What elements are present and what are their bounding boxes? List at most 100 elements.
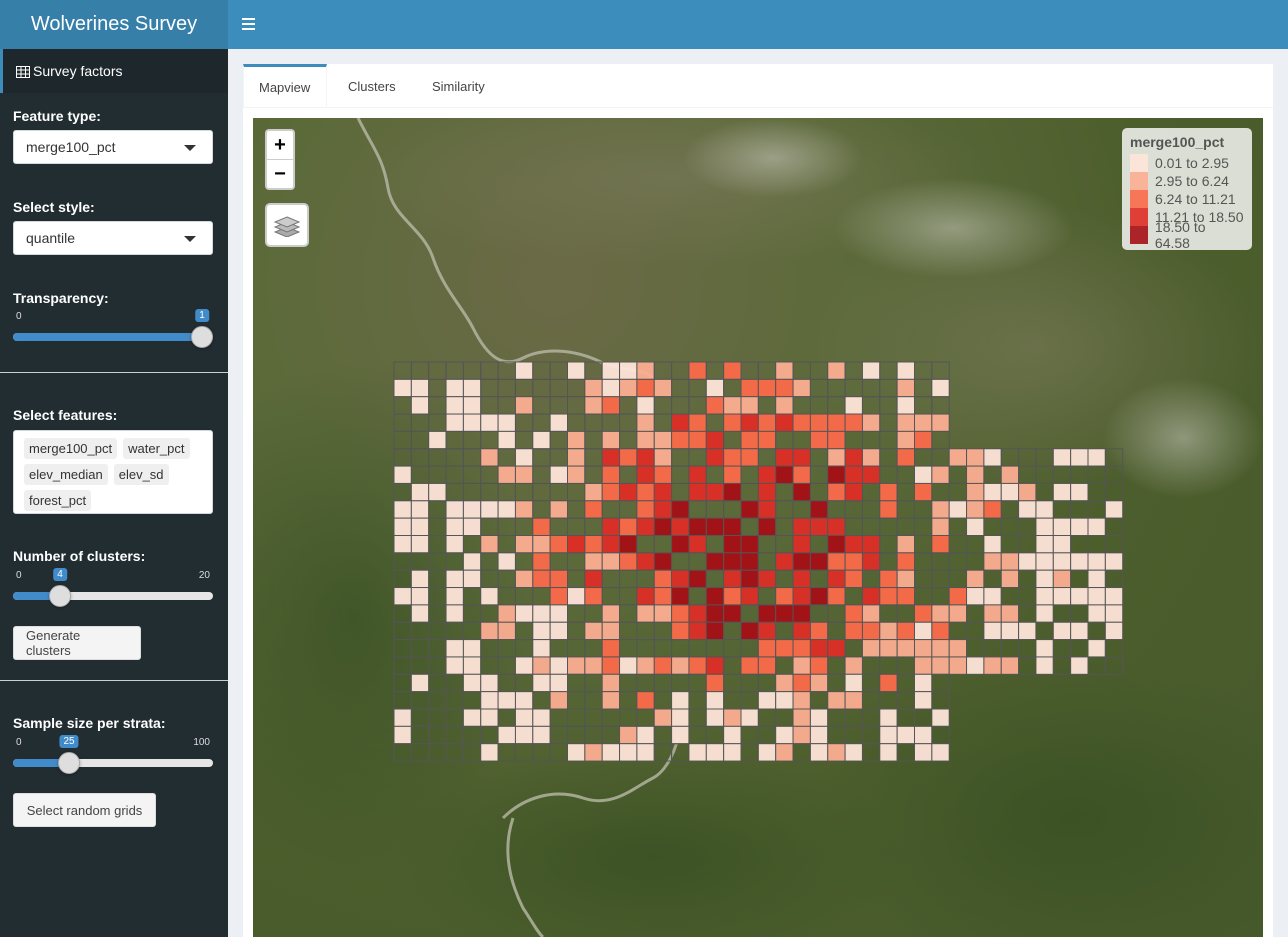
grid-cell[interactable] — [549, 430, 568, 450]
grid-cell[interactable] — [428, 378, 447, 398]
grid-cell[interactable] — [428, 413, 447, 432]
grid-cell[interactable] — [931, 725, 950, 745]
grid-cell[interactable] — [705, 482, 725, 502]
grid-cell[interactable] — [532, 569, 551, 589]
grid-cell[interactable] — [497, 621, 516, 641]
grid-cell[interactable] — [861, 535, 881, 554]
grid-cell[interactable] — [497, 552, 516, 571]
grid-cell[interactable] — [1087, 448, 1106, 467]
grid-cell[interactable] — [549, 552, 568, 571]
grid-cell[interactable] — [931, 604, 950, 623]
grid-cell[interactable] — [601, 656, 621, 675]
grid-cell[interactable] — [480, 673, 499, 693]
grid-cell[interactable] — [567, 587, 586, 606]
grid-cell[interactable] — [705, 500, 725, 519]
grid-cell[interactable] — [601, 639, 621, 658]
grid-cell[interactable] — [827, 587, 846, 606]
grid-cell[interactable] — [428, 673, 447, 693]
grid-cell[interactable] — [948, 604, 968, 623]
grid-cell[interactable] — [636, 691, 655, 710]
grid-cell[interactable] — [948, 656, 968, 675]
grid-cell[interactable] — [549, 413, 568, 432]
grid-cell[interactable] — [723, 604, 742, 623]
grid-cell[interactable] — [775, 500, 794, 519]
grid-cell[interactable] — [601, 587, 621, 606]
grid-cell[interactable] — [410, 413, 430, 432]
grid-cell[interactable] — [809, 604, 829, 623]
grid-cell[interactable] — [671, 413, 690, 432]
grid-cell[interactable] — [619, 656, 638, 675]
grid-cell[interactable] — [636, 673, 655, 693]
feature-chip[interactable]: elev_sd — [113, 464, 169, 485]
grid-cell[interactable] — [896, 465, 916, 484]
grid-cell[interactable] — [532, 639, 551, 658]
grid-cell[interactable] — [497, 465, 516, 484]
grid-cell[interactable] — [896, 656, 916, 675]
grid-cell[interactable] — [896, 552, 916, 571]
grid-cell[interactable] — [757, 639, 777, 658]
grid-cell[interactable] — [619, 743, 638, 762]
grid-cell[interactable] — [601, 621, 621, 641]
grid-cell[interactable] — [896, 500, 916, 519]
grid-cell[interactable] — [410, 656, 430, 675]
grid-cell[interactable] — [636, 743, 655, 762]
grid-cell[interactable] — [688, 517, 707, 536]
grid-cell[interactable] — [705, 743, 725, 762]
grid-cell[interactable] — [896, 482, 916, 502]
grid-cell[interactable] — [514, 430, 534, 450]
grid-cell[interactable] — [393, 482, 412, 502]
clusters-slider[interactable]: 0 20 4 — [13, 568, 213, 610]
grid-cell[interactable] — [914, 639, 933, 658]
grid-cell[interactable] — [844, 587, 863, 606]
grid-cell[interactable] — [827, 621, 846, 641]
grid-cell[interactable] — [549, 708, 568, 727]
grid-cell[interactable] — [983, 482, 1002, 502]
grid-cell[interactable] — [688, 465, 707, 484]
grid-cell[interactable] — [914, 656, 933, 675]
grid-cell[interactable] — [983, 517, 1002, 536]
grid-cell[interactable] — [931, 639, 950, 658]
grid-cell[interactable] — [688, 725, 707, 745]
grid-cell[interactable] — [1087, 465, 1106, 484]
grid-cell[interactable] — [861, 691, 881, 710]
grid-cell[interactable] — [410, 604, 430, 623]
grid-cell[interactable] — [584, 708, 603, 727]
grid-cell[interactable] — [619, 465, 638, 484]
grid-cell[interactable] — [879, 725, 898, 745]
grid-cell[interactable] — [532, 552, 551, 571]
grid-cell[interactable] — [480, 621, 499, 641]
grid-cell[interactable] — [619, 587, 638, 606]
grid-cell[interactable] — [445, 465, 464, 484]
grid-cell[interactable] — [1018, 500, 1037, 519]
grid-cell[interactable] — [601, 413, 621, 432]
grid-cell[interactable] — [445, 535, 464, 554]
grid-cell[interactable] — [462, 725, 482, 745]
grid-cell[interactable] — [532, 535, 551, 554]
grid-cell[interactable] — [671, 430, 690, 450]
grid-cell[interactable] — [688, 482, 707, 502]
grid-cell[interactable] — [480, 656, 499, 675]
grid-cell[interactable] — [775, 552, 794, 571]
grid-cell[interactable] — [671, 708, 690, 727]
grid-cell[interactable] — [462, 587, 482, 606]
grid-cell[interactable] — [671, 517, 690, 536]
grid-cell[interactable] — [827, 639, 846, 658]
grid-cell[interactable] — [896, 535, 916, 554]
grid-cell[interactable] — [532, 465, 551, 484]
grid-cell[interactable] — [983, 639, 1002, 658]
grid-cell[interactable] — [966, 448, 985, 467]
grid-cell[interactable] — [601, 673, 621, 693]
grid-cell[interactable] — [740, 482, 759, 502]
grid-cell[interactable] — [757, 569, 777, 589]
grid-cell[interactable] — [514, 639, 534, 658]
grid-cell[interactable] — [827, 482, 846, 502]
grid-cell[interactable] — [619, 535, 638, 554]
grid-cell[interactable] — [567, 396, 586, 415]
grid-cell[interactable] — [567, 569, 586, 589]
grid-cell[interactable] — [514, 691, 534, 710]
grid-cell[interactable] — [914, 517, 933, 536]
grid-cell[interactable] — [757, 482, 777, 502]
grid-cell[interactable] — [914, 396, 933, 415]
grid-cell[interactable] — [879, 500, 898, 519]
grid-cell[interactable] — [861, 448, 881, 467]
